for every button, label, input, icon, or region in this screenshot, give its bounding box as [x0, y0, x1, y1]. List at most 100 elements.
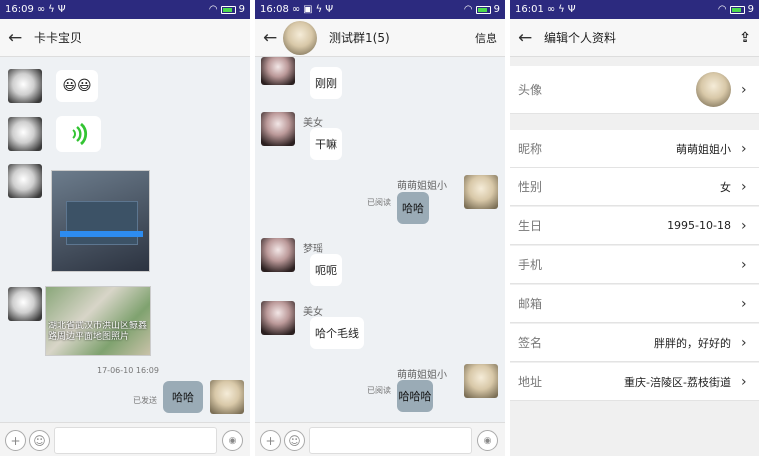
- upload-icon[interactable]: ⇪: [739, 30, 751, 46]
- input-bar: + ☺ ◉: [255, 422, 505, 456]
- message-text: 干嘛: [315, 138, 337, 151]
- message-text: 呃呃: [315, 264, 337, 277]
- profile-screen: 16:01 ∞ ϟ Ψ ◠ 9 ← 编辑个人资料 ⇪ 头像 › 昵称 萌萌姐姐小…: [510, 0, 759, 456]
- page-title: 编辑个人资料: [544, 31, 617, 45]
- message-text: 哈哈: [172, 391, 194, 404]
- usb-icon: Ψ: [57, 4, 66, 15]
- message-input[interactable]: [309, 427, 472, 454]
- infinity-icon: ∞: [546, 4, 556, 15]
- chevron-right-icon: ›: [741, 178, 747, 195]
- message-input[interactable]: [54, 427, 217, 454]
- row-value: 萌萌姐姐小: [676, 142, 731, 156]
- avatar[interactable]: [8, 69, 42, 103]
- status-bar: 16:01 ∞ ϟ Ψ ◠ 9: [510, 0, 759, 19]
- emoji-icon[interactable]: ☺: [29, 430, 50, 451]
- row-nickname[interactable]: 昵称 萌萌姐姐小 ›: [510, 130, 759, 168]
- sender-name: 梦瑶: [303, 244, 323, 255]
- voice-wave-icon: [71, 122, 87, 146]
- read-status: 已阅读: [367, 198, 391, 207]
- chevron-right-icon: ›: [741, 334, 747, 351]
- read-status: 已阅读: [367, 386, 391, 395]
- sender-name: 萌萌姐姐小: [397, 181, 447, 192]
- my-avatar[interactable]: [464, 364, 498, 398]
- time-stamp: 17-06-10 16:09: [97, 366, 159, 375]
- voice-icon[interactable]: ◉: [477, 430, 498, 451]
- chevron-right-icon: ›: [741, 373, 747, 390]
- voice-icon[interactable]: ◉: [222, 430, 243, 451]
- my-avatar[interactable]: [210, 380, 244, 414]
- my-avatar[interactable]: [464, 175, 498, 209]
- status-bar: 16:08 ∞ ▣ ϟ Ψ ◠ 9: [255, 0, 505, 19]
- back-arrow-icon[interactable]: ←: [263, 28, 285, 48]
- app-bar: ← 编辑个人资料 ⇪: [510, 19, 759, 57]
- map-image-message[interactable]: 湖北省武汉市洪山区鲸鑫路周边平面地图照片: [45, 286, 151, 356]
- row-label: 头像: [518, 83, 543, 97]
- image-message[interactable]: [51, 170, 150, 272]
- bolt-icon: ϟ: [558, 4, 565, 15]
- chevron-right-icon: ›: [741, 295, 747, 312]
- chevron-right-icon: ›: [741, 81, 747, 98]
- row-phone[interactable]: 手机 ›: [510, 246, 759, 284]
- row-value: 女: [720, 180, 731, 194]
- row-value: 1995-10-18: [667, 219, 731, 232]
- my-message-bubble[interactable]: 哈哈: [397, 192, 429, 224]
- status-time: 16:09: [5, 4, 34, 15]
- app-bar: ← 卡卡宝贝: [0, 19, 250, 57]
- row-value: 胖胖的，好好的: [654, 336, 731, 350]
- my-message-bubble[interactable]: 哈哈: [163, 381, 203, 413]
- wifi-icon: ◠: [463, 4, 473, 15]
- wifi-icon: ◠: [717, 4, 727, 15]
- row-signature[interactable]: 签名 胖胖的，好好的 ›: [510, 324, 759, 362]
- message-text: 刚刚: [315, 77, 337, 90]
- row-avatar[interactable]: 头像 ›: [510, 66, 759, 114]
- chevron-right-icon: ›: [741, 217, 747, 234]
- back-arrow-icon[interactable]: ←: [8, 28, 30, 48]
- message-bubble[interactable]: 哈个毛线: [310, 317, 364, 349]
- message-bubble[interactable]: 刚刚: [310, 67, 342, 99]
- infinity-icon: ∞: [36, 4, 46, 15]
- group-avatar[interactable]: [283, 21, 317, 55]
- emoji-bubble[interactable]: 😃😃: [56, 70, 98, 102]
- chat-screen-1: 16:09 ∞ ϟ Ψ ◠ 9 ← 卡卡宝贝 😃😃 湖北省武汉市洪山区鲸鑫路周边…: [0, 0, 250, 456]
- avatar[interactable]: [8, 164, 42, 198]
- battery-level: 9: [747, 4, 754, 15]
- emoji-icon[interactable]: ☺: [284, 430, 305, 451]
- status-time: 16:01: [515, 4, 544, 15]
- avatar[interactable]: [8, 117, 42, 151]
- map-caption: 湖北省武汉市洪山区鲸鑫路周边平面地图照片: [48, 321, 148, 342]
- row-gender[interactable]: 性别 女 ›: [510, 168, 759, 206]
- my-message-bubble[interactable]: 哈哈哈: [397, 380, 433, 412]
- message-bubble[interactable]: 干嘛: [310, 128, 342, 160]
- battery-icon: [475, 5, 491, 14]
- battery-level: 9: [238, 4, 245, 15]
- info-button[interactable]: 信息: [475, 30, 497, 46]
- bolt-icon: ϟ: [48, 4, 55, 15]
- avatar[interactable]: [261, 238, 295, 272]
- sender-name: 美女: [303, 118, 323, 129]
- avatar[interactable]: [261, 57, 295, 85]
- avatar[interactable]: [261, 301, 295, 335]
- row-email[interactable]: 邮箱 ›: [510, 285, 759, 323]
- message-text: 哈哈: [402, 202, 424, 215]
- wifi-icon: ◠: [208, 4, 218, 15]
- row-address[interactable]: 地址 重庆-涪陵区-荔枝街道 ›: [510, 363, 759, 401]
- back-arrow-icon[interactable]: ←: [518, 28, 540, 48]
- battery-icon: [729, 5, 745, 14]
- screens: 16:09 ∞ ϟ Ψ ◠ 9 ← 卡卡宝贝 😃😃 湖北省武汉市洪山区鲸鑫路周边…: [0, 0, 759, 456]
- voice-bubble[interactable]: [56, 116, 101, 152]
- sender-name: 萌萌姐姐小: [397, 370, 447, 381]
- row-birthday[interactable]: 生日 1995-10-18 ›: [510, 207, 759, 245]
- avatar[interactable]: [261, 112, 295, 146]
- row-label: 邮箱: [518, 297, 543, 311]
- message-bubble[interactable]: 呃呃: [310, 254, 342, 286]
- bolt-icon: ϟ: [315, 4, 323, 15]
- plus-icon[interactable]: +: [5, 430, 26, 451]
- profile-avatar: [696, 72, 731, 107]
- chat-title: 测试群1(5): [329, 31, 390, 45]
- emoji-content: 😃😃: [62, 78, 92, 94]
- sender-name: 美女: [303, 307, 323, 318]
- avatar[interactable]: [8, 287, 42, 321]
- app-bar: ← 测试群1(5) 信息: [255, 19, 505, 57]
- plus-icon[interactable]: +: [260, 430, 281, 451]
- status-time: 16:08: [260, 4, 289, 15]
